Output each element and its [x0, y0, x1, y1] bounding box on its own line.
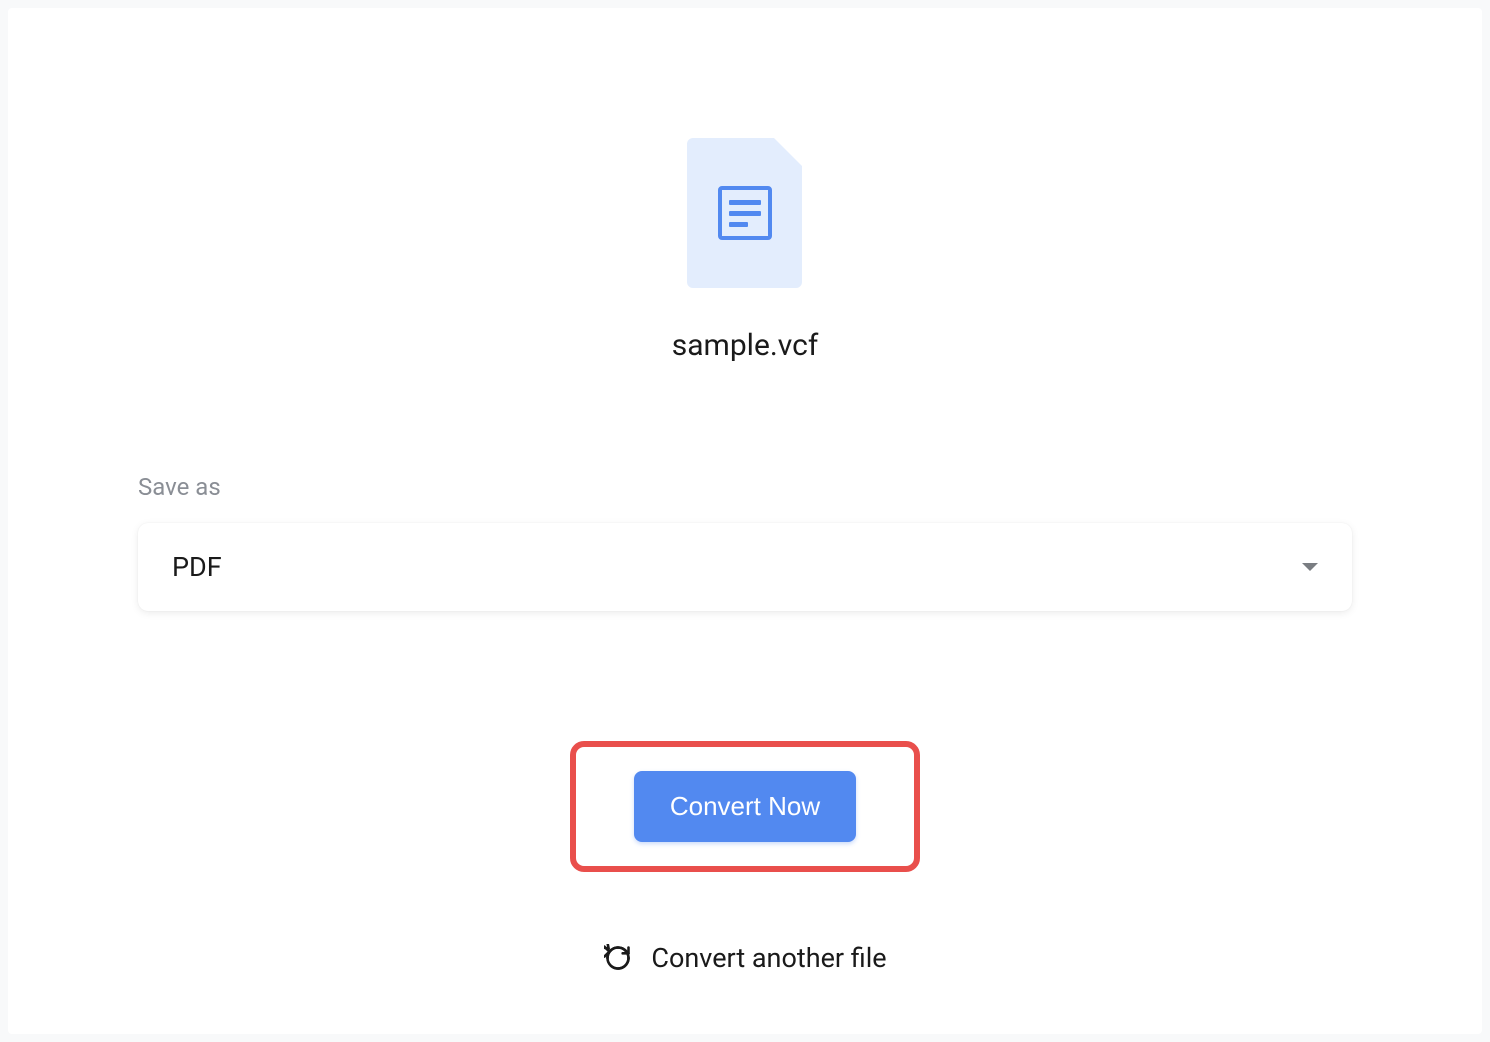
file-converter-panel: sample.vcf Save as PDF Convert Now Conve… [8, 8, 1482, 1034]
convert-another-label: Convert another file [651, 942, 886, 974]
format-selected-value: PDF [172, 551, 222, 583]
convert-button-highlight: Convert Now [570, 741, 920, 872]
document-icon [718, 186, 772, 240]
chevron-down-icon [1302, 563, 1318, 571]
file-preview: sample.vcf [672, 138, 819, 363]
convert-another-link[interactable]: Convert another file [603, 942, 886, 974]
convert-now-button[interactable]: Convert Now [634, 771, 856, 842]
file-name: sample.vcf [672, 328, 819, 363]
save-as-label: Save as [138, 473, 1352, 501]
save-as-section: Save as PDF [138, 473, 1352, 611]
file-icon [687, 138, 802, 288]
format-dropdown[interactable]: PDF [138, 523, 1352, 611]
refresh-icon [603, 943, 633, 973]
